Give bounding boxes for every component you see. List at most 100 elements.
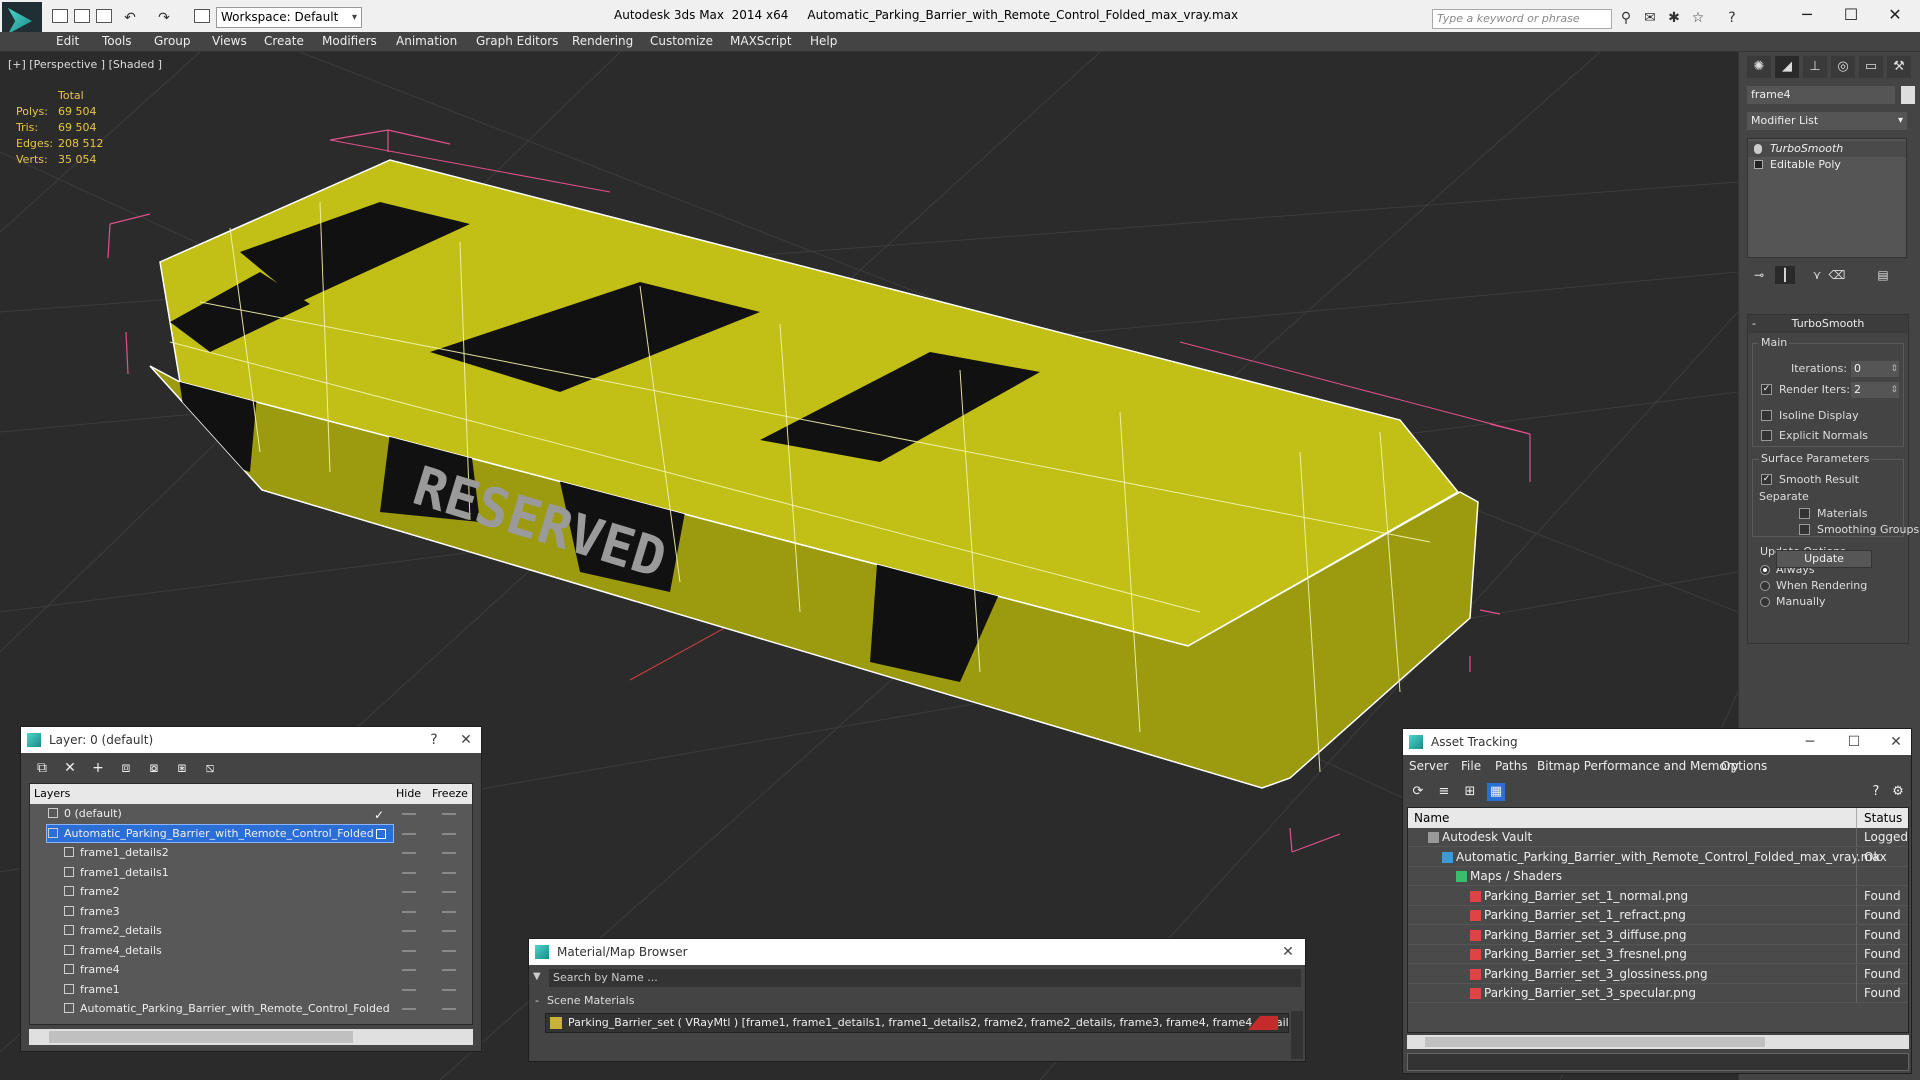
set-current-checkbox[interactable] — [376, 828, 386, 839]
expand-icon[interactable] — [1754, 160, 1763, 169]
layer-row[interactable]: frame3 — [30, 902, 472, 921]
freeze-toggle[interactable] — [442, 852, 456, 854]
material-dialog-titlebar[interactable]: Material/Map Browser ✕ — [529, 939, 1305, 965]
favorites-icon[interactable]: ☆ — [1690, 10, 1706, 26]
remove-modifier-icon[interactable]: ⌫ — [1827, 266, 1847, 284]
asset-row[interactable]: Maps / Shaders — [1408, 867, 1908, 886]
modify-tab-icon[interactable]: ◢ — [1775, 56, 1799, 78]
layer-row[interactable]: frame1_details2 — [30, 843, 472, 862]
hide-toggle[interactable] — [402, 969, 416, 971]
update-when-rendering-radio[interactable] — [1760, 581, 1770, 591]
modifier-list-dropdown[interactable]: Modifier List — [1747, 112, 1907, 130]
menu-group[interactable]: Group — [154, 34, 191, 48]
material-item[interactable]: Parking_Barrier_set ( VRayMtl ) [frame1,… — [545, 1013, 1289, 1033]
tree-view-icon[interactable]: ⊞ — [1461, 783, 1479, 801]
layer-horizontal-scrollbar[interactable] — [29, 1029, 473, 1045]
iterations-spinner[interactable]: 0 — [1851, 361, 1899, 377]
hide-toggle[interactable] — [402, 852, 416, 854]
asset-row[interactable]: Parking_Barrier_set_3_specular.png Found — [1408, 984, 1908, 1003]
viewport-label[interactable]: [+] [Perspective ] [Shaded ] — [8, 58, 162, 71]
motion-tab-icon[interactable]: ◎ — [1831, 56, 1855, 78]
layer-row[interactable]: frame2 — [30, 882, 472, 901]
asset-menu-file[interactable]: File — [1461, 759, 1481, 773]
layer-row[interactable]: frame2_details — [30, 921, 472, 940]
layer-dialog-titlebar[interactable]: Layer: 0 (default) ? ✕ — [21, 727, 481, 753]
list-view-icon[interactable]: ≡ — [1435, 783, 1453, 801]
undo-icon[interactable]: ↶ — [122, 10, 138, 26]
project-folder-icon[interactable] — [194, 9, 210, 23]
minimize-icon[interactable]: ─ — [1792, 4, 1822, 26]
render-iters-checkbox[interactable]: ✓ — [1761, 384, 1772, 395]
create-layer-icon[interactable]: ⧉ — [33, 759, 51, 777]
asset-menu-server[interactable]: Server — [1409, 759, 1448, 773]
hide-toggle[interactable] — [402, 891, 416, 893]
freeze-toggle[interactable] — [442, 910, 456, 913]
separate-materials-checkbox[interactable] — [1799, 508, 1810, 519]
menu-customize[interactable]: Customize — [650, 34, 713, 48]
display-tab-icon[interactable]: ▭ — [1859, 56, 1883, 78]
asset-row[interactable]: Parking_Barrier_set_3_diffuse.png Found — [1408, 925, 1908, 945]
create-tab-icon[interactable]: ✺ — [1747, 56, 1771, 78]
freeze-toggle[interactable] — [442, 949, 456, 952]
close-icon[interactable]: ✕ — [453, 727, 479, 753]
layer-options-icon[interactable]: ⧅ — [201, 759, 219, 777]
menu-animation[interactable]: Animation — [396, 34, 457, 48]
menu-tools[interactable]: Tools — [102, 34, 132, 48]
delete-layer-icon[interactable]: ✕ — [61, 759, 79, 777]
stack-item-turbosmooth[interactable]: TurboSmooth — [1748, 141, 1906, 157]
minimize-icon[interactable]: ─ — [1797, 729, 1823, 755]
smooth-result-checkbox[interactable]: ✓ — [1761, 474, 1772, 485]
update-always-radio[interactable] — [1760, 565, 1770, 575]
refresh-icon[interactable]: ⟳ — [1409, 783, 1427, 801]
separate-smoothing-checkbox[interactable] — [1799, 524, 1810, 535]
object-name-field[interactable]: frame4 — [1747, 86, 1895, 104]
asset-row[interactable]: Parking_Barrier_set_3_fresnel.png Found — [1408, 945, 1908, 964]
configure-sets-icon[interactable]: ▤ — [1873, 266, 1893, 284]
hide-toggle[interactable] — [402, 910, 416, 913]
layer-row[interactable]: Automatic_Parking_Barrier_with_Remote_Co… — [30, 823, 472, 843]
asset-row[interactable]: Parking_Barrier_set_1_refract.png Found — [1408, 906, 1908, 925]
open-file-icon[interactable] — [74, 9, 90, 23]
communication-icon[interactable]: ✱ — [1666, 10, 1682, 26]
help-icon[interactable]: ? — [1724, 10, 1740, 26]
asset-menu-options[interactable]: Options — [1721, 759, 1767, 773]
menu-views[interactable]: Views — [212, 34, 247, 48]
table-view-icon[interactable]: ▦ — [1487, 783, 1505, 801]
close-icon[interactable]: ✕ — [1880, 4, 1910, 26]
rollout-header[interactable]: - TurboSmooth — [1748, 315, 1908, 333]
freeze-toggle[interactable] — [442, 891, 456, 893]
asset-row[interactable]: Parking_Barrier_set_3_glossiness.png Foun… — [1408, 964, 1908, 984]
chevron-down-icon[interactable]: ▼ — [533, 971, 541, 982]
layer-row[interactable]: 0 (default) ✓ — [30, 804, 472, 823]
asset-menu-paths[interactable]: Paths — [1495, 759, 1528, 773]
hide-toggle[interactable] — [402, 930, 416, 932]
select-layers-icon[interactable]: ⧇ — [145, 759, 163, 777]
menu-rendering[interactable]: Rendering — [572, 34, 633, 48]
scene-materials-section[interactable]: - Scene Materials — [533, 993, 1303, 1009]
asset-row[interactable]: Autodesk Vault Logged O — [1408, 828, 1908, 847]
menu-create[interactable]: Create — [264, 34, 304, 48]
workspace-dropdown[interactable]: Workspace: Default — [216, 7, 362, 28]
add-to-layer-icon[interactable]: + — [89, 759, 107, 777]
layer-row[interactable]: frame4 — [30, 960, 472, 979]
material-search-input[interactable]: Search by Name ... — [549, 969, 1301, 987]
update-button[interactable]: Update — [1776, 550, 1872, 568]
search-input[interactable]: Type a keyword or phrase — [1432, 9, 1612, 29]
maximize-icon[interactable]: ☐ — [1841, 729, 1867, 755]
asset-menu-bitmap[interactable]: Bitmap Performance and Memory — [1537, 759, 1739, 773]
select-objects-icon[interactable]: ⧈ — [117, 759, 135, 777]
menu-help[interactable]: Help — [810, 34, 837, 48]
object-color-swatch[interactable] — [1901, 86, 1915, 104]
help-icon[interactable]: ? — [421, 727, 447, 753]
isoline-checkbox[interactable] — [1761, 410, 1772, 421]
menu-edit[interactable]: Edit — [56, 34, 79, 48]
freeze-toggle[interactable] — [442, 988, 456, 991]
pin-stack-icon[interactable]: ⊸ — [1749, 266, 1769, 284]
new-file-icon[interactable] — [52, 9, 68, 23]
maximize-icon[interactable]: ☐ — [1836, 4, 1866, 26]
stack-item-editable-poly[interactable]: Editable Poly — [1748, 157, 1906, 173]
close-icon[interactable]: ✕ — [1275, 939, 1301, 965]
layer-row[interactable]: frame4_details — [30, 941, 472, 960]
material-scrollbar[interactable] — [1291, 1011, 1303, 1059]
freeze-toggle[interactable] — [442, 871, 456, 874]
